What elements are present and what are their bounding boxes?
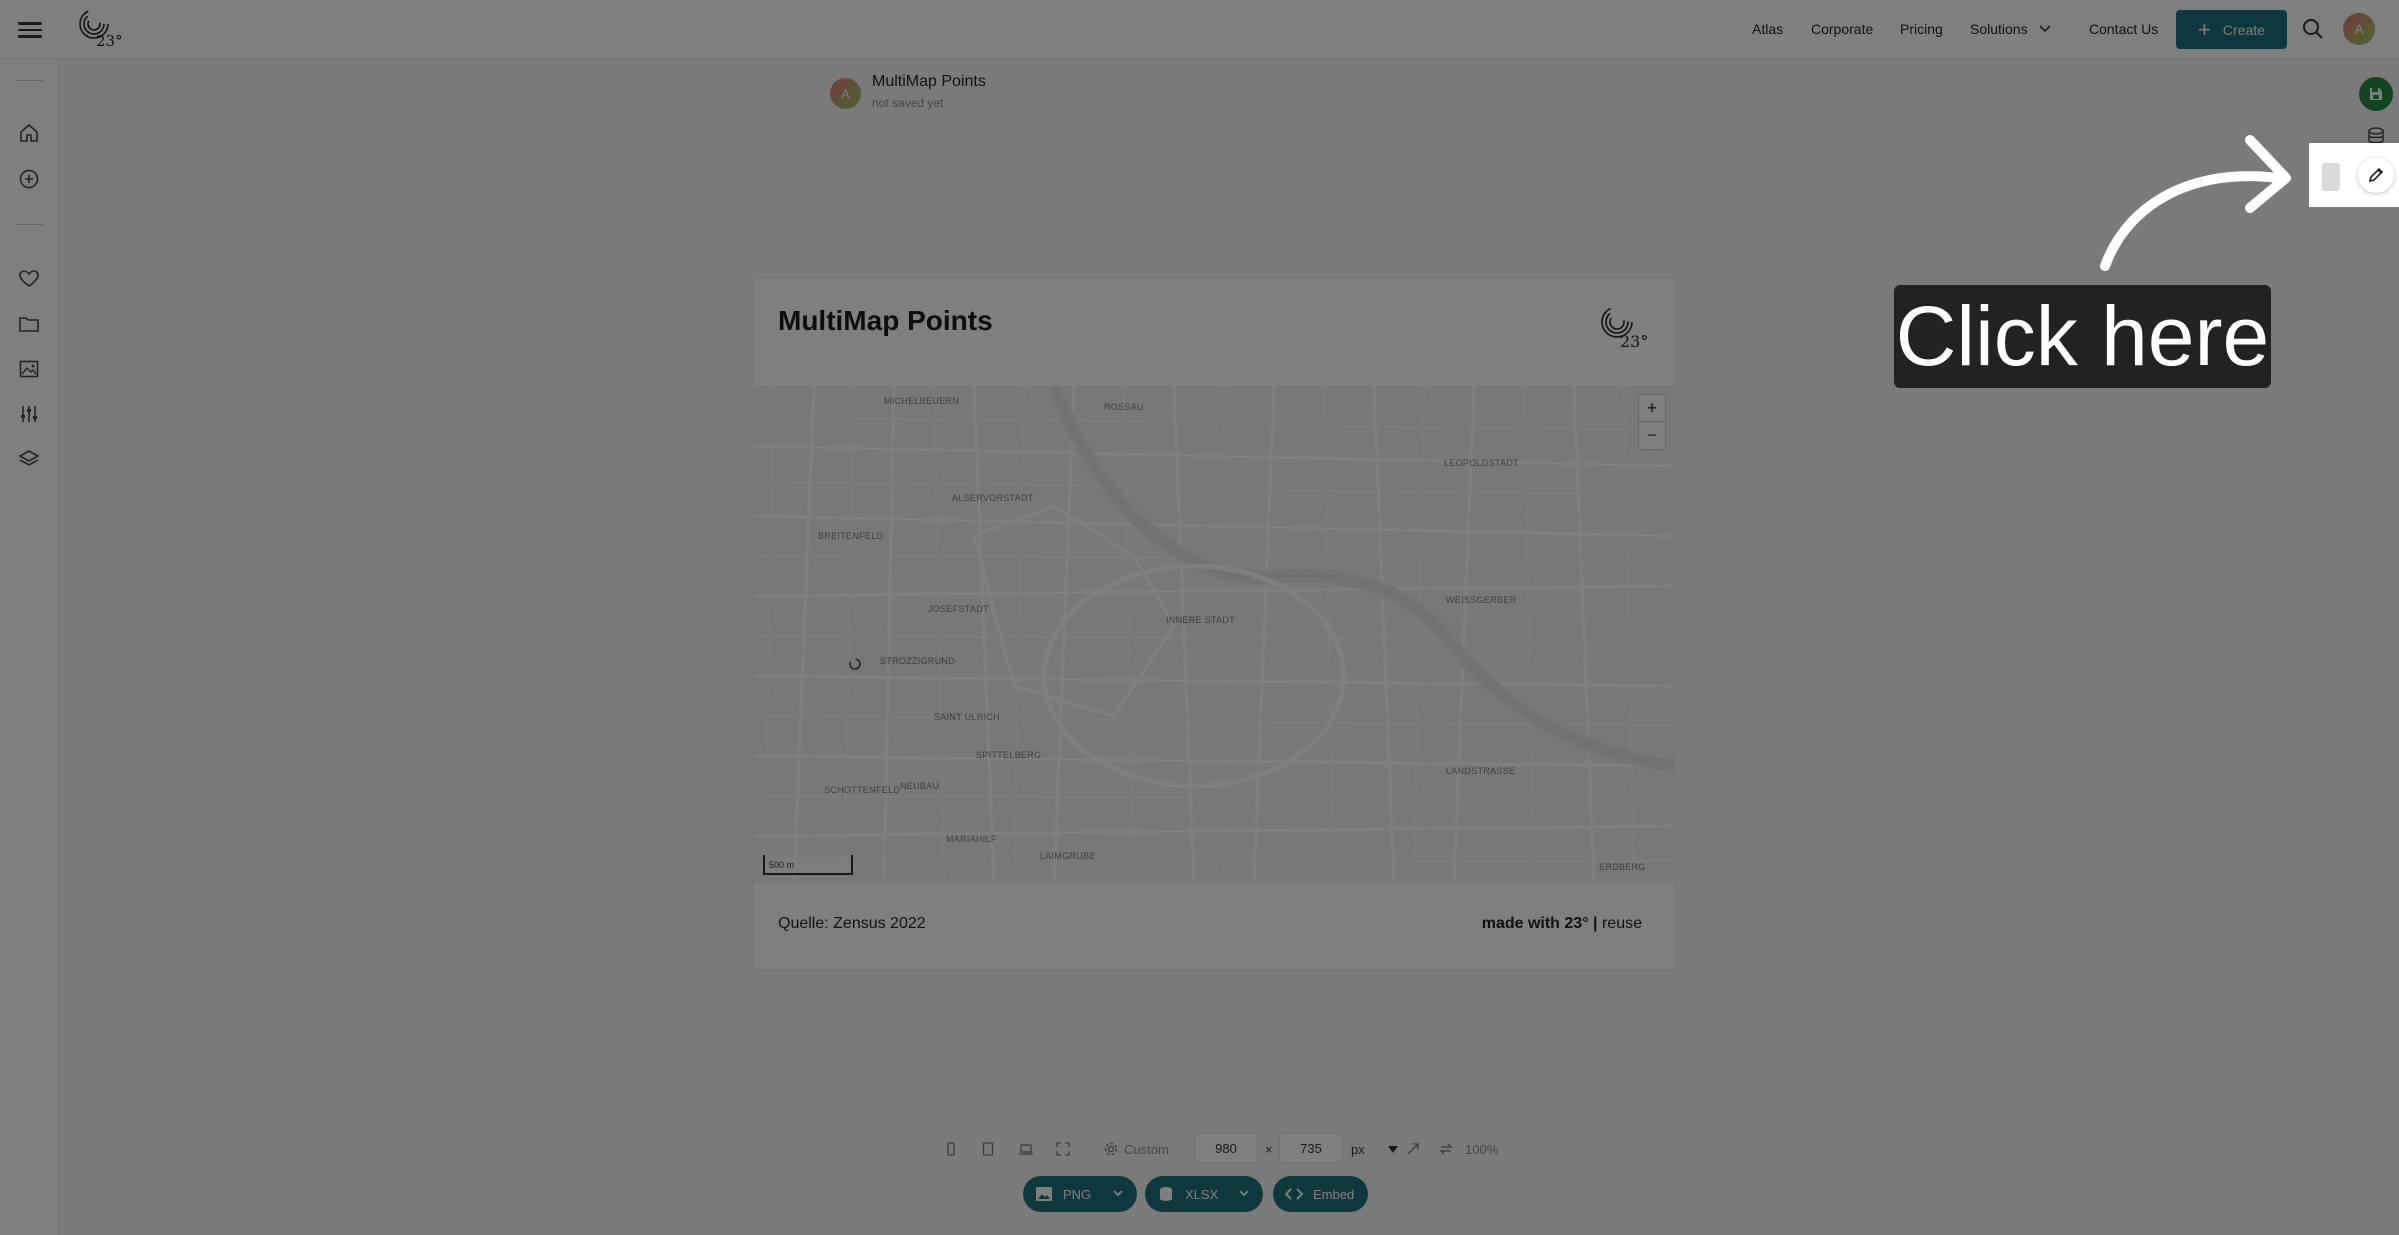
document-title[interactable]: MultiMap Points (872, 73, 986, 91)
unit-select[interactable]: px (1351, 1142, 1365, 1157)
logo-icon[interactable]: 23° (78, 8, 124, 50)
zoom-level: 100% (1465, 1142, 1499, 1157)
brand-logo-text: 23° (1620, 332, 1648, 351)
edit-button[interactable] (2358, 157, 2394, 193)
zoom-out-button[interactable]: − (1639, 422, 1665, 449)
district-label: STROZZIGRUND (880, 656, 956, 666)
zoom-control: + − (1638, 394, 1666, 450)
export-png-label: PNG (1063, 1186, 1092, 1202)
made-with-text: made with 23° | (1481, 915, 1598, 932)
gear-icon[interactable] (1103, 1141, 1119, 1157)
district-label: LANDSTRASSE (1446, 766, 1516, 776)
district-label: NEUBAU (900, 781, 940, 791)
embed-button[interactable]: Embed (1273, 1176, 1368, 1212)
export-xlsx-button[interactable]: XLSX (1145, 1176, 1263, 1212)
nav-atlas[interactable]: Atlas (1752, 21, 1783, 37)
home-icon[interactable] (18, 122, 40, 144)
left-sidebar (0, 59, 59, 1235)
code-icon (1285, 1188, 1303, 1200)
tutorial-arrow-icon (2100, 135, 2291, 271)
create-button-label: Create (2222, 21, 2265, 38)
chart-card: MultiMap Points 23° MICHELBEUERN ROSSAU … (754, 279, 1674, 969)
district-label: ALSERVORSTADT (952, 493, 1034, 503)
image-icon (1036, 1187, 1052, 1201)
tutorial-callout: Click here (1894, 285, 2271, 388)
nav-contact-us[interactable]: Contact Us (2089, 21, 2158, 37)
sidebar-divider (16, 224, 43, 225)
logo-text: 23° (96, 32, 123, 50)
district-label: BREITENFELD (818, 531, 884, 541)
district-label: WEISSGERBER (1446, 595, 1517, 605)
district-label: ERDBERG (1599, 862, 1646, 872)
search-icon[interactable] (2301, 17, 2325, 41)
district-label: MICHELBEUERN (884, 396, 960, 406)
nav-solutions[interactable]: Solutions (1970, 21, 2028, 37)
brand-logo-icon: 23° (1601, 306, 1648, 351)
nav-corporate[interactable]: Corporate (1811, 21, 1873, 37)
width-input[interactable]: 980 (1194, 1133, 1258, 1163)
zoom-in-button[interactable]: + (1639, 395, 1665, 422)
sidebar-divider (16, 80, 43, 81)
highlighted-edit-area (2309, 143, 2399, 207)
map-point-marker[interactable] (847, 656, 863, 672)
save-status: not saved yet (872, 96, 944, 110)
chevron-down-icon[interactable] (1111, 1186, 1125, 1200)
export-png-button[interactable]: PNG (1023, 1176, 1137, 1212)
pencil-icon (2368, 167, 2384, 183)
save-icon (2370, 88, 2382, 100)
export-xlsx-label: XLSX (1185, 1186, 1219, 1202)
caret-down-icon[interactable] (1388, 1146, 1398, 1154)
save-button[interactable] (2359, 77, 2393, 111)
create-button[interactable]: + Create (2176, 10, 2287, 49)
swap-icon[interactable] (1438, 1141, 1454, 1157)
made-with-credit: made with 23° | reuse (1482, 915, 1642, 933)
user-avatar[interactable]: A (2343, 13, 2375, 45)
menu-icon[interactable] (18, 18, 42, 40)
document-owner-avatar: A (830, 78, 861, 109)
district-label: JOSEFSTADT (928, 604, 989, 614)
layers-icon[interactable] (18, 448, 40, 470)
fullscreen-icon[interactable] (1055, 1141, 1071, 1157)
nav-pricing[interactable]: Pricing (1900, 21, 1943, 37)
sliders-icon[interactable] (18, 403, 40, 425)
add-circle-icon[interactable] (18, 168, 40, 190)
chart-source[interactable]: Quelle: Zensus 2022 (778, 915, 926, 933)
embed-label: Embed (1313, 1186, 1355, 1202)
reuse-link[interactable]: reuse (1602, 915, 1642, 932)
tablet-icon[interactable] (980, 1141, 996, 1157)
map-scale-bar: 500 m (763, 855, 853, 875)
heart-icon[interactable] (18, 268, 40, 290)
chevron-down-icon[interactable] (2039, 24, 2051, 34)
district-label: MARIAHILF (946, 834, 997, 844)
district-label: SCHOTTENFELD (824, 785, 901, 795)
map-view[interactable]: MICHELBEUERN ROSSAU LEOPOLDSTADT ALSERVO… (754, 386, 1674, 883)
phone-icon[interactable] (943, 1141, 959, 1157)
district-label: LAIMGRUBE (1040, 851, 1096, 861)
panel-tab (2322, 163, 2340, 191)
chart-title[interactable]: MultiMap Points (778, 305, 993, 337)
chevron-down-icon[interactable] (1237, 1186, 1251, 1200)
size-preset[interactable]: Custom (1124, 1142, 1169, 1157)
dimension-separator: × (1265, 1142, 1273, 1157)
database-icon (1160, 1187, 1172, 1201)
folder-icon[interactable] (18, 313, 40, 335)
image-icon[interactable] (18, 358, 40, 380)
district-label: SPITTELBERG (976, 750, 1042, 760)
height-input[interactable]: 735 (1279, 1133, 1343, 1163)
district-label: LEOPOLDSTADT (1444, 458, 1519, 468)
district-label: SAINT ULRICH (934, 712, 1000, 722)
street-map (754, 386, 1674, 883)
district-label: ROSSAU (1104, 402, 1144, 412)
laptop-icon[interactable] (1018, 1141, 1034, 1157)
plus-icon: + (2198, 16, 2211, 42)
top-header: 23° Atlas Corporate Pricing Solutions Co… (0, 0, 2399, 59)
district-label: INNERE STADT (1166, 615, 1235, 625)
external-resize-icon[interactable] (1405, 1141, 1421, 1157)
